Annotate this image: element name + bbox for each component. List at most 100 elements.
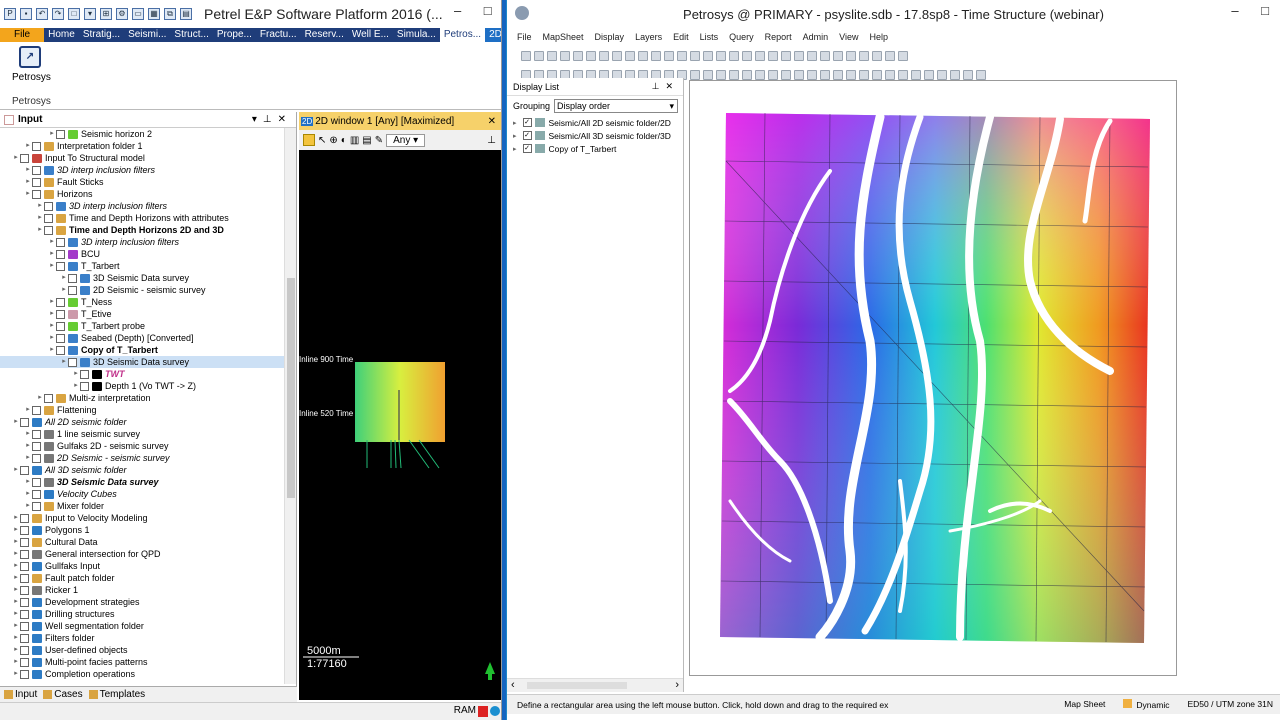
tree-item[interactable]: ▸ General intersection for QPD <box>0 548 284 560</box>
tree-checkbox[interactable] <box>20 465 29 475</box>
expand-icon[interactable]: ▸ <box>12 608 20 620</box>
expand-icon[interactable]: ▸ <box>24 428 32 440</box>
expand-icon[interactable]: ▸ <box>513 119 517 127</box>
menu-item[interactable]: Layers <box>635 32 662 42</box>
tree-item[interactable]: ▸ 3D interp inclusion filters <box>0 200 284 212</box>
tree-checkbox[interactable] <box>20 657 29 667</box>
toolbar-button-icon[interactable] <box>807 50 817 61</box>
tree-item[interactable]: ▸ T_Etive <box>0 308 284 320</box>
expand-icon[interactable]: ▸ <box>24 452 32 464</box>
tree-item[interactable]: ▸ 2D Seismic - seismic survey <box>0 284 284 296</box>
toolbar-button-icon[interactable] <box>573 50 583 61</box>
domain-combo[interactable]: Any ▾ <box>386 133 426 147</box>
expand-icon[interactable]: ▸ <box>12 152 20 164</box>
expand-icon[interactable]: ▸ <box>72 380 80 392</box>
toolbar-button-icon[interactable] <box>963 69 973 80</box>
tree-checkbox[interactable] <box>44 225 53 235</box>
layer-checkbox[interactable]: ✓ <box>522 144 532 153</box>
toolbar-button-icon[interactable] <box>794 69 804 80</box>
tree-item[interactable]: ▸ All 3D seismic folder <box>0 464 284 476</box>
ribbon-tab[interactable]: Fractu... <box>256 28 301 42</box>
tree-item[interactable]: ▸ 2D Seismic - seismic survey <box>0 452 284 464</box>
tree-checkbox[interactable] <box>20 669 29 679</box>
view-icon[interactable]: ◐ <box>341 135 347 146</box>
scroll-left-icon[interactable]: ‹ <box>511 679 515 691</box>
toolbar-button-icon[interactable] <box>677 50 687 61</box>
pane-pin-close-icon[interactable]: ⊥✕ <box>652 81 683 92</box>
ribbon-tab[interactable]: Well E... <box>348 28 393 42</box>
grouping-select[interactable]: Display order ▾ <box>554 99 679 113</box>
tree-item[interactable]: ▸ Mixer folder <box>0 500 284 512</box>
tree-checkbox[interactable] <box>44 213 53 223</box>
expand-icon[interactable]: ▸ <box>48 308 56 320</box>
tree-checkbox[interactable] <box>56 309 65 319</box>
expand-icon[interactable]: ▸ <box>12 668 20 680</box>
maximize-icon[interactable]: □ <box>1250 0 1280 720</box>
toolbar-button-icon[interactable] <box>833 69 843 80</box>
toolbar-button-icon[interactable] <box>729 69 739 80</box>
tree-checkbox[interactable] <box>32 441 41 451</box>
tree-checkbox[interactable] <box>44 393 53 403</box>
toolbar-button-icon[interactable] <box>664 50 674 61</box>
toolbar-button-icon[interactable] <box>911 69 921 80</box>
expand-icon[interactable]: ▸ <box>12 644 20 656</box>
tree-checkbox[interactable] <box>32 501 41 511</box>
tree-icon[interactable]: ⊞ <box>100 8 112 20</box>
tree-item[interactable]: ▸ 1 line seismic survey <box>0 428 284 440</box>
expand-icon[interactable]: ▸ <box>48 332 56 344</box>
tree-checkbox[interactable] <box>20 621 29 631</box>
tools-icon[interactable]: ✎ <box>375 135 383 146</box>
expand-icon[interactable]: ▸ <box>24 164 32 176</box>
minimize-icon[interactable]: – <box>443 0 473 28</box>
tree-checkbox[interactable] <box>20 597 29 607</box>
expand-icon[interactable]: ▸ <box>60 356 68 368</box>
tree-checkbox[interactable] <box>20 417 29 427</box>
toolbar-button-icon[interactable] <box>690 50 700 61</box>
tree-item[interactable]: ▸ Completion operations <box>0 668 284 680</box>
ribbon-tab[interactable]: Home <box>44 28 79 42</box>
tree-checkbox[interactable] <box>32 177 41 187</box>
display-list-item[interactable]: ▸ ✓ Seismic/All 3D seismic folder/3D <box>507 129 683 142</box>
ribbon-tab[interactable]: Prope... <box>213 28 256 42</box>
tree-checkbox[interactable] <box>68 273 77 283</box>
tree-item[interactable]: ▸ All 2D seismic folder <box>0 416 284 428</box>
tree-checkbox[interactable] <box>20 633 29 643</box>
toolbar-button-icon[interactable] <box>820 50 830 61</box>
tree-checkbox[interactable] <box>20 537 29 547</box>
expand-icon[interactable]: ▸ <box>12 596 20 608</box>
image-icon[interactable]: ▦ <box>148 8 160 20</box>
toolbar-button-icon[interactable] <box>898 50 908 61</box>
ribbon-tab[interactable]: Reserv... <box>301 28 348 42</box>
tree-checkbox[interactable] <box>20 573 29 583</box>
tree-item[interactable]: ▸ Input To Structural model <box>0 152 284 164</box>
expand-icon[interactable]: ▸ <box>60 284 68 296</box>
toolbar-button-icon[interactable] <box>768 50 778 61</box>
expand-icon[interactable]: ▸ <box>12 560 20 572</box>
expand-icon[interactable]: ▸ <box>513 132 517 140</box>
tree-item[interactable]: ▸ Seabed (Depth) [Converted] <box>0 332 284 344</box>
expand-icon[interactable]: ▸ <box>24 476 32 488</box>
pan-icon[interactable] <box>303 134 315 146</box>
menu-item[interactable]: Admin <box>803 32 829 42</box>
toolbar-button-icon[interactable] <box>612 50 622 61</box>
ribbon-tab[interactable]: Struct... <box>170 28 212 42</box>
expand-icon[interactable]: ▸ <box>60 272 68 284</box>
tree-checkbox[interactable] <box>20 645 29 655</box>
tree-scrollbar[interactable] <box>284 128 296 684</box>
tree-checkbox[interactable] <box>56 249 65 259</box>
expand-icon[interactable]: ▸ <box>36 392 44 404</box>
toolbar-button-icon[interactable] <box>586 50 596 61</box>
expand-icon[interactable]: ▸ <box>12 572 20 584</box>
tree-item[interactable]: ▸ TWT <box>0 368 284 380</box>
status-mode[interactable]: Dynamic <box>1123 699 1169 710</box>
tree-item[interactable]: ▸ Gullfaks Input <box>0 560 284 572</box>
tree-item[interactable]: ▸ Multi-z interpretation <box>0 392 284 404</box>
tree-item[interactable]: ▸ Interpretation folder 1 <box>0 140 284 152</box>
pane-tab[interactable]: Cases <box>43 687 83 702</box>
tree-item[interactable]: ▸ User-defined objects <box>0 644 284 656</box>
display-list-item[interactable]: ▸ ✓ Copy of T_Tarbert <box>507 142 683 155</box>
expand-icon[interactable]: ▸ <box>48 344 56 356</box>
tree-checkbox[interactable] <box>32 477 41 487</box>
measure-icon[interactable]: ▥ <box>350 135 359 146</box>
toolbar-button-icon[interactable] <box>833 50 843 61</box>
